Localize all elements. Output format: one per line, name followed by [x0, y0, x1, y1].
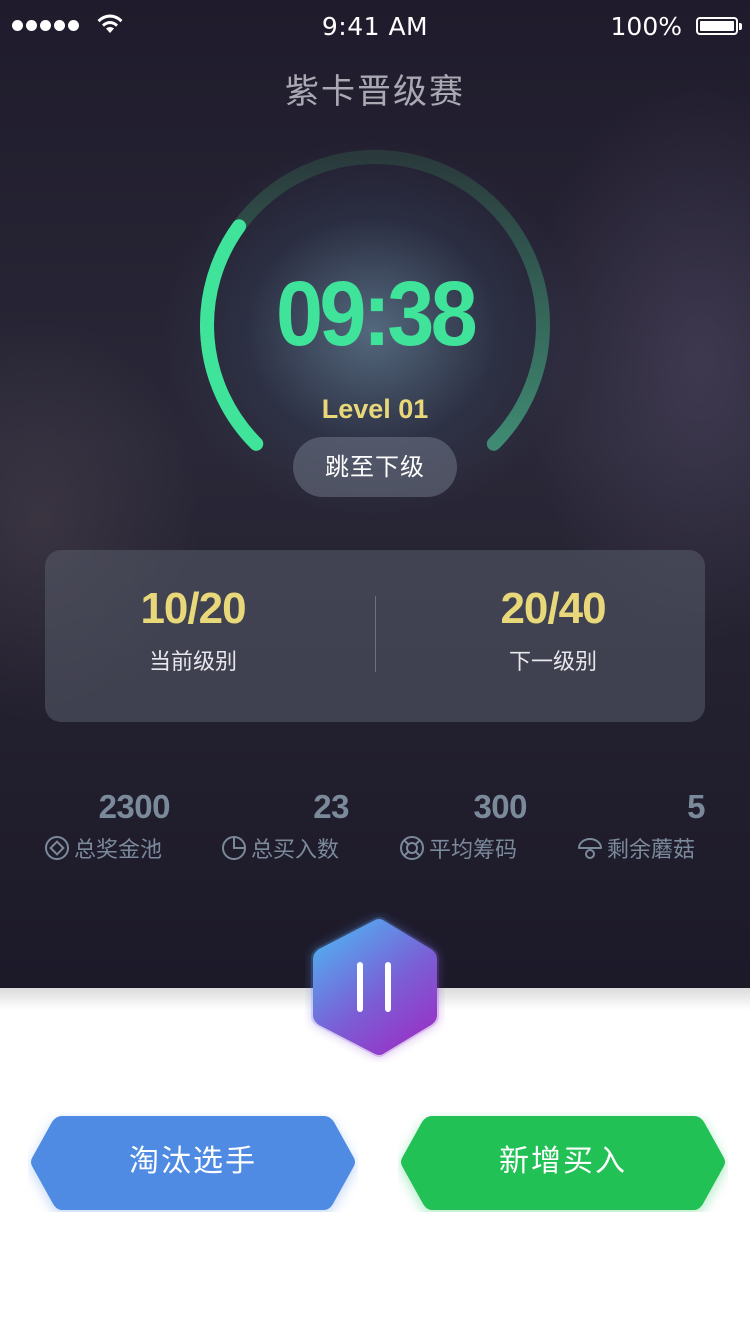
stat-value: 23 — [313, 788, 349, 825]
current-level-value: 10/20 — [140, 584, 246, 633]
next-level-value: 20/40 — [500, 584, 606, 633]
prize-pool-icon — [45, 836, 69, 860]
next-level-label: 下一级别 — [508, 650, 597, 675]
stat-label: 平均筹码 — [429, 838, 518, 863]
pie-chart-icon — [222, 836, 246, 860]
stat-total-buyins: 23 总买入数 — [221, 788, 350, 864]
jump-next-level-button[interactable]: 跳至下级 — [293, 437, 457, 497]
add-buyin-button-label: 新增买入 — [499, 1144, 627, 1179]
add-buyin-button[interactable]: 新增买入 — [398, 1112, 728, 1212]
eliminate-button-label: 淘汰选手 — [129, 1144, 257, 1179]
stat-prize-pool: 2300 总奖金池 — [44, 788, 171, 864]
stat-value: 2300 — [98, 788, 171, 825]
stat-label: 总奖金池 — [74, 838, 163, 863]
page-title: 紫卡晋级赛 — [285, 72, 465, 112]
pause-button[interactable] — [305, 912, 445, 1062]
stat-label: 总买入数 — [251, 838, 340, 863]
battery-percent: 100% — [610, 12, 682, 41]
card-divider — [375, 596, 376, 672]
battery-icon — [696, 17, 742, 35]
stat-value: 300 — [473, 788, 527, 825]
mushroom-icon — [578, 838, 602, 859]
current-level: 10/20 当前级别 — [28, 584, 358, 676]
stat-remaining-mushrooms: 5 剩余蘑菇 — [577, 788, 706, 864]
eliminate-player-button[interactable]: 淘汰选手 — [28, 1112, 358, 1212]
stat-average-chips: 300 平均筹码 — [399, 788, 528, 864]
level-label: Level 01 — [321, 394, 429, 424]
level-card: 10/20 当前级别 20/40 下一级别 — [45, 550, 705, 722]
next-level: 20/40 下一级别 — [388, 584, 718, 676]
current-level-label: 当前级别 — [148, 650, 237, 675]
status-bar: 9:41 AM 100% — [0, 0, 750, 56]
stat-value: 5 — [687, 788, 705, 825]
stat-label: 剩余蘑菇 — [607, 838, 696, 863]
chip-icon — [400, 836, 424, 860]
countdown-timer: 09:38 — [275, 263, 478, 365]
